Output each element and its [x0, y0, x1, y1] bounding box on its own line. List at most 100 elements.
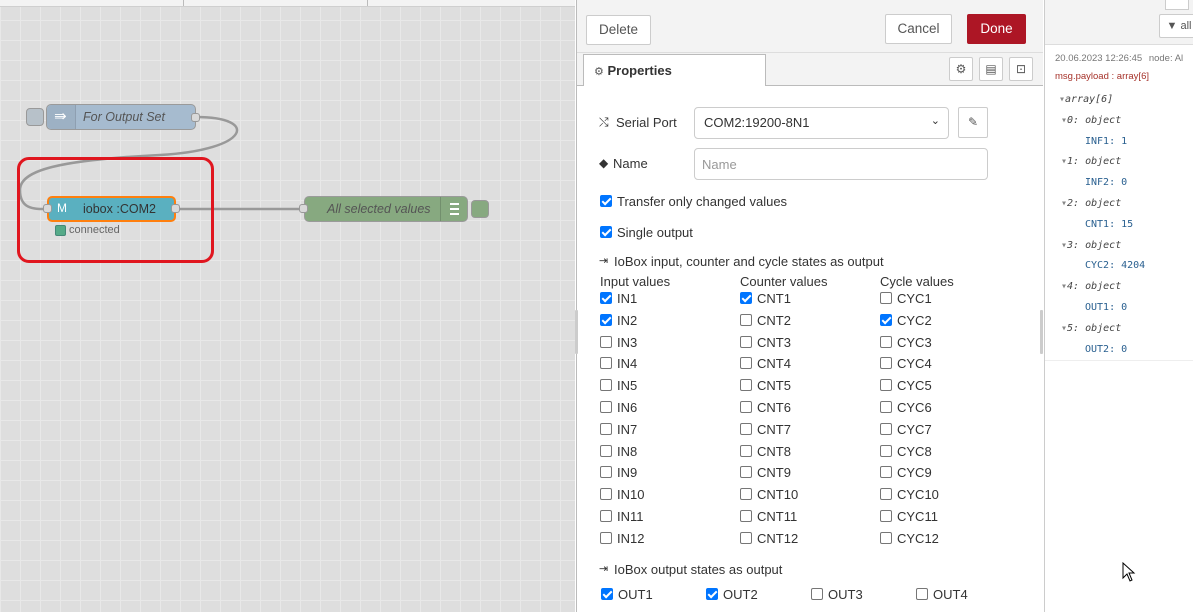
- filter-button[interactable]: ▼ all: [1159, 14, 1193, 38]
- flow-canvas[interactable]: ⇛ For Output Set M iobox :COM2 connected…: [0, 0, 575, 612]
- input-checkbox[interactable]: [600, 466, 612, 479]
- cycle-checkbox[interactable]: [880, 444, 892, 457]
- cycle-checkbox-label: CYC4: [897, 356, 932, 372]
- description-tab-button[interactable]: ▤: [979, 57, 1003, 81]
- counter-checkbox-label: CNT12: [757, 530, 799, 546]
- cycle-checkbox[interactable]: [880, 422, 892, 435]
- output-checkbox[interactable]: [601, 588, 613, 600]
- single-output-checkbox[interactable]: [600, 226, 612, 238]
- debug-message: 20.06.2023 12:26:45 node: Al msg.payload…: [1045, 46, 1193, 361]
- input-checkbox[interactable]: [600, 531, 612, 544]
- appearance-tab-button[interactable]: ⊡: [1009, 57, 1033, 81]
- input-checkbox[interactable]: [600, 510, 612, 522]
- counter-checkbox[interactable]: [740, 466, 752, 479]
- counter-checkbox-label: CNT11: [757, 509, 798, 524]
- counter-checkbox[interactable]: [740, 422, 752, 435]
- tree-node-toggle[interactable]: ▾2: object: [1061, 198, 1121, 209]
- output-checkbox-label: OUT4: [933, 587, 968, 602]
- cycle-checkbox-label: CYC3: [897, 334, 932, 350]
- input-port[interactable]: [299, 204, 308, 213]
- cycle-checkbox[interactable]: [880, 313, 892, 326]
- tree-text: 4: object: [1067, 281, 1122, 293]
- counter-checkbox[interactable]: [740, 488, 752, 501]
- output-checkbox-label: OUT3: [828, 587, 863, 602]
- settings-tab-button[interactable]: ⚙: [949, 57, 973, 81]
- counter-checkbox[interactable]: [740, 379, 752, 392]
- tree-root-toggle[interactable]: ▾array[6]: [1059, 94, 1113, 105]
- output-checkbox[interactable]: [706, 588, 718, 600]
- inject-icon-area: ⇛: [47, 105, 76, 129]
- counter-checkbox[interactable]: [740, 357, 752, 370]
- debug-toggle-button[interactable]: [471, 200, 489, 218]
- cycle-checkbox-label: CYC9: [897, 465, 932, 481]
- cycle-checkbox[interactable]: [880, 510, 892, 522]
- gear-icon: ⚙: [594, 66, 604, 78]
- transfer-only-changed-checkbox[interactable]: [600, 195, 612, 207]
- output-checkbox-label: OUT2: [723, 587, 758, 602]
- cycle-checkbox[interactable]: [880, 292, 892, 304]
- tree-text: OUT2: 0: [1085, 343, 1128, 355]
- debug-node[interactable]: All selected values: [304, 196, 468, 222]
- edit-serial-port-button[interactable]: ✎: [958, 107, 988, 138]
- filter-label: all: [1180, 20, 1192, 32]
- debug-node-label: All selected values: [327, 202, 431, 216]
- input-checkbox[interactable]: [600, 357, 612, 370]
- input-checkbox[interactable]: [600, 292, 612, 304]
- counter-checkbox-label: CNT10: [757, 487, 799, 503]
- output-port[interactable]: [191, 113, 200, 122]
- tree-value: CNT1: 15: [1085, 219, 1133, 230]
- delete-button[interactable]: Delete: [586, 15, 651, 45]
- input-checkbox[interactable]: [600, 335, 612, 348]
- tab-properties[interactable]: ⚙ Properties: [583, 54, 766, 86]
- debug-node-name: node: Al: [1148, 53, 1184, 64]
- counter-checkbox[interactable]: [740, 531, 752, 544]
- cycle-checkbox[interactable]: [880, 531, 892, 544]
- debug-toolbar-top-control[interactable]: [1165, 0, 1189, 10]
- input-checkbox[interactable]: [600, 401, 612, 413]
- arrow-right-icon: ⇛: [54, 108, 67, 125]
- input-checkbox-label: IN2: [617, 312, 638, 328]
- cycle-checkbox[interactable]: [880, 466, 892, 479]
- counter-checkbox[interactable]: [740, 401, 752, 413]
- input-checkbox[interactable]: [600, 313, 612, 326]
- tree-text: INF2: 0: [1085, 177, 1128, 189]
- counter-checkbox-label: CNT6: [757, 400, 791, 415]
- tree-node-toggle[interactable]: ▾3: object: [1061, 240, 1121, 251]
- output-checkbox[interactable]: [811, 588, 823, 600]
- counter-checkbox[interactable]: [740, 510, 752, 522]
- input-checkbox[interactable]: [600, 422, 612, 435]
- counter-checkbox[interactable]: [740, 444, 752, 457]
- done-button[interactable]: Done: [967, 14, 1026, 44]
- tree-node-toggle[interactable]: ▾1: object: [1061, 156, 1121, 167]
- counter-checkbox[interactable]: [740, 335, 752, 348]
- counter-checkbox[interactable]: [740, 292, 752, 304]
- input-checkbox[interactable]: [600, 379, 612, 392]
- name-input[interactable]: [694, 148, 988, 180]
- resize-handle[interactable]: [575, 310, 578, 354]
- inject-node[interactable]: ⇛ For Output Set: [46, 104, 196, 130]
- cycle-checkbox[interactable]: [880, 357, 892, 370]
- cycle-checkbox-label: CYC5: [897, 378, 932, 394]
- counter-checkbox[interactable]: [740, 313, 752, 326]
- input-checkbox[interactable]: [600, 488, 612, 501]
- cancel-button[interactable]: Cancel: [885, 14, 952, 44]
- tree-node-toggle[interactable]: ▾4: object: [1061, 281, 1121, 292]
- input-checkbox[interactable]: [600, 444, 612, 457]
- input-checkbox-label: IN9: [617, 465, 638, 481]
- inject-trigger-button[interactable]: [26, 108, 44, 126]
- input-checkbox-label: IN1: [617, 291, 638, 306]
- output-checkbox[interactable]: [916, 588, 928, 600]
- tree-text: OUT1: 0: [1085, 302, 1128, 313]
- serial-port-value: COM2:19200-8N1: [704, 115, 810, 130]
- serial-port-select[interactable]: COM2:19200-8N1 ⌄: [694, 107, 949, 139]
- tree-node-toggle[interactable]: ▾0: object: [1061, 115, 1121, 126]
- cycle-checkbox[interactable]: [880, 488, 892, 501]
- counter-checkbox-label: CNT5: [757, 378, 791, 394]
- cycle-checkbox[interactable]: [880, 401, 892, 413]
- sign-in-icon: ⇥: [599, 255, 609, 267]
- resize-handle[interactable]: [1040, 310, 1043, 354]
- debug-sidebar: ▼ all 20.06.2023 12:26:45 node: Al msg.p…: [1044, 0, 1193, 612]
- cycle-checkbox[interactable]: [880, 335, 892, 348]
- tree-node-toggle[interactable]: ▾5: object: [1061, 323, 1121, 334]
- cycle-checkbox[interactable]: [880, 379, 892, 392]
